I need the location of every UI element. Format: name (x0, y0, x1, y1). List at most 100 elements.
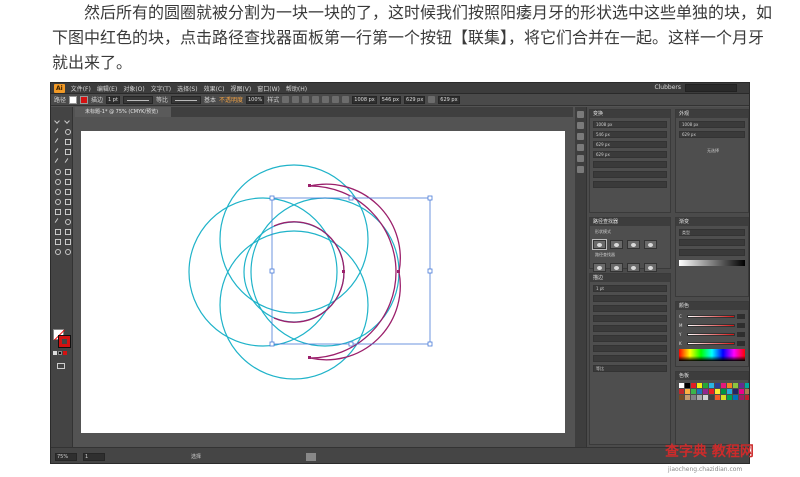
menu-object[interactable]: 对象(O) (123, 84, 144, 93)
swatch[interactable] (709, 389, 714, 394)
transform-panel-title[interactable]: 变换 (590, 110, 670, 118)
divide-button[interactable] (593, 263, 606, 272)
swatch[interactable] (727, 395, 732, 400)
swatch[interactable] (727, 383, 732, 388)
gradient-panel-title[interactable]: 渐变 (676, 218, 748, 226)
handle-bottom-right[interactable] (427, 341, 433, 347)
menu-view[interactable]: 视图(V) (230, 84, 251, 93)
graphic-styles-icon[interactable] (577, 144, 584, 151)
scale-tool-icon[interactable] (63, 177, 71, 185)
mesh-tool-icon[interactable] (53, 207, 61, 215)
intersect-button[interactable] (627, 240, 640, 249)
gradient-mode-icon[interactable] (58, 351, 62, 355)
menu-type[interactable]: 文字(T) (151, 84, 171, 93)
horizontal-scrollbar-thumb[interactable] (306, 453, 316, 461)
menu-effect[interactable]: 效果(C) (204, 84, 225, 93)
none-mode-icon[interactable] (63, 351, 67, 355)
handle-top-left[interactable] (269, 195, 275, 201)
shape-builder-tool-icon[interactable] (53, 197, 61, 205)
exclude-button[interactable] (644, 240, 657, 249)
swatch[interactable] (715, 395, 720, 400)
transform-y-field[interactable]: 546 px (593, 131, 667, 138)
direct-selection-tool-icon[interactable] (63, 117, 71, 125)
width-field[interactable]: 629 px (404, 95, 426, 104)
menu-help[interactable]: 帮助(H) (286, 84, 307, 93)
anchor-point[interactable] (342, 270, 345, 273)
align-bottom-icon[interactable] (342, 96, 350, 103)
menu-select[interactable]: 选择(S) (177, 84, 198, 93)
color-slider-m[interactable]: M (679, 323, 745, 328)
swatch[interactable] (703, 389, 708, 394)
swatch[interactable] (697, 395, 702, 400)
swatch[interactable] (685, 383, 690, 388)
swatch[interactable] (733, 383, 738, 388)
perspective-grid-tool-icon[interactable] (63, 197, 71, 205)
variable-width-profile[interactable] (122, 95, 153, 104)
blend-tool-icon[interactable] (63, 217, 71, 225)
swatch[interactable] (703, 383, 708, 388)
swatch[interactable] (739, 395, 744, 400)
unite-button[interactable] (592, 239, 607, 250)
opacity-field[interactable]: 100% (245, 95, 265, 104)
artwork[interactable] (81, 131, 565, 433)
arrowhead-row[interactable] (593, 345, 667, 352)
swatch[interactable] (745, 383, 749, 388)
zoom-field[interactable]: 75% (55, 452, 77, 461)
swatch[interactable] (691, 383, 696, 388)
eraser-tool-icon[interactable] (63, 167, 71, 175)
transform-angle-field[interactable] (593, 161, 667, 168)
swatch[interactable] (709, 395, 714, 400)
swatch[interactable] (697, 389, 702, 394)
menu-window[interactable]: 窗口(W) (257, 84, 280, 93)
stroke-dash-row[interactable] (593, 325, 667, 332)
swatch[interactable] (679, 389, 684, 394)
swatch[interactable] (691, 389, 696, 394)
rotate-tool-icon[interactable] (53, 177, 61, 185)
swatch[interactable] (721, 389, 726, 394)
handle-top-right[interactable] (427, 195, 433, 201)
circle-left[interactable] (188, 197, 338, 347)
color-slider-c[interactable]: C (679, 314, 745, 319)
swatch[interactable] (685, 389, 690, 394)
handle-bottom-center[interactable] (348, 341, 354, 347)
artboard-tool-icon[interactable] (53, 237, 61, 245)
circle-inner[interactable] (243, 221, 345, 323)
artboard-number-field[interactable]: 1 (83, 452, 105, 461)
appearance-w-field[interactable]: 629 px (679, 131, 745, 138)
stroke-cap-row[interactable] (593, 295, 667, 302)
fill-swatch[interactable] (69, 95, 78, 104)
arrow-scale-row[interactable] (593, 355, 667, 362)
swatch[interactable] (715, 389, 720, 394)
hand-tool-icon[interactable] (53, 247, 61, 255)
type-tool-icon[interactable] (63, 137, 71, 145)
swatch[interactable] (709, 383, 714, 388)
lasso-tool-icon[interactable] (63, 127, 71, 135)
swatch[interactable] (691, 395, 696, 400)
rectangle-tool-icon[interactable] (63, 147, 71, 155)
line-tool-icon[interactable] (53, 147, 61, 155)
brush-definition[interactable] (170, 95, 201, 104)
zoom-tool-icon[interactable] (63, 247, 71, 255)
paintbrush-tool-icon[interactable] (53, 157, 61, 165)
stroke-corner-row[interactable] (593, 305, 667, 312)
swatch[interactable] (697, 383, 702, 388)
swatch[interactable] (679, 383, 684, 388)
pencil-tool-icon[interactable] (63, 157, 71, 165)
handle-bottom-left[interactable] (269, 341, 275, 347)
stroke-swatch[interactable] (80, 95, 89, 104)
handle-middle-right[interactable] (427, 268, 433, 274)
transform-h-field[interactable]: 629 px (593, 151, 667, 158)
align-center-icon[interactable] (302, 96, 310, 103)
selection-tool-icon[interactable] (53, 117, 61, 125)
transform-w-field[interactable]: 629 px (593, 141, 667, 148)
handle-middle-left[interactable] (269, 268, 275, 274)
color-slider-y[interactable]: Y (679, 332, 745, 337)
swatch[interactable] (679, 395, 684, 400)
color-panel-title[interactable]: 颜色 (676, 302, 748, 310)
gradient-slider[interactable] (679, 260, 745, 266)
layers-icon[interactable] (577, 155, 584, 162)
swatch[interactable] (715, 383, 720, 388)
handle-top-center[interactable] (348, 195, 354, 201)
stroke-panel-title[interactable]: 描边 (590, 274, 670, 282)
swatch[interactable] (739, 389, 744, 394)
